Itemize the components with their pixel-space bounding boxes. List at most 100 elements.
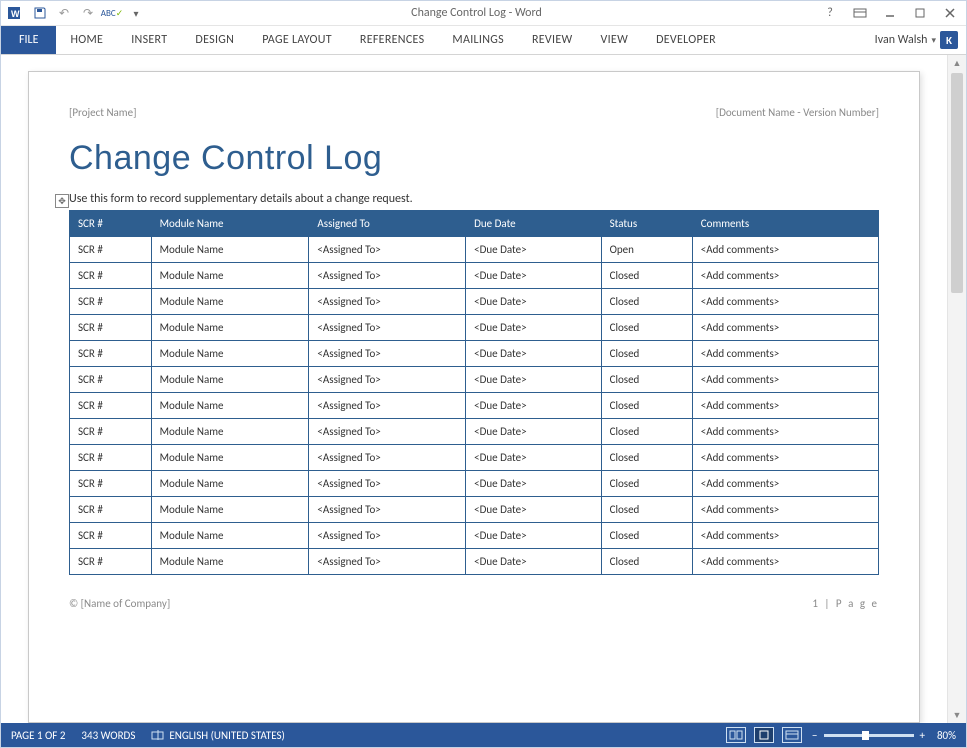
cell-comments[interactable]: <Add comments> [692, 471, 878, 497]
cell-due[interactable]: <Due Date> [466, 445, 601, 471]
table-row[interactable]: SCR #Module Name<Assigned To><Due Date>C… [70, 549, 879, 575]
zoom-slider-thumb[interactable] [862, 731, 869, 740]
cell-scr[interactable]: SCR # [70, 419, 152, 445]
read-mode-icon[interactable] [726, 727, 746, 743]
zoom-in-icon[interactable]: + [920, 729, 925, 742]
cell-comments[interactable]: <Add comments> [692, 367, 878, 393]
scroll-up-icon[interactable]: ▲ [948, 55, 966, 71]
cell-comments[interactable]: <Add comments> [692, 315, 878, 341]
cell-scr[interactable]: SCR # [70, 341, 152, 367]
cell-status[interactable]: Closed [601, 549, 692, 575]
cell-assigned[interactable]: <Assigned To> [309, 237, 466, 263]
account-area[interactable]: Ivan Walsh ▾ K [875, 26, 966, 54]
table-row[interactable]: SCR #Module Name<Assigned To><Due Date>C… [70, 341, 879, 367]
cell-assigned[interactable]: <Assigned To> [309, 497, 466, 523]
cell-status[interactable]: Closed [601, 315, 692, 341]
cell-comments[interactable]: <Add comments> [692, 341, 878, 367]
cell-due[interactable]: <Due Date> [466, 471, 601, 497]
table-row[interactable]: SCR #Module Name<Assigned To><Due Date>C… [70, 445, 879, 471]
cell-comments[interactable]: <Add comments> [692, 497, 878, 523]
cell-scr[interactable]: SCR # [70, 523, 152, 549]
cell-status[interactable]: Closed [601, 341, 692, 367]
cell-module[interactable]: Module Name [151, 497, 309, 523]
spellcheck-icon[interactable]: ABC✓ [103, 4, 121, 22]
cell-assigned[interactable]: <Assigned To> [309, 289, 466, 315]
cell-scr[interactable]: SCR # [70, 367, 152, 393]
tab-review[interactable]: REVIEW [518, 26, 587, 54]
cell-due[interactable]: <Due Date> [466, 315, 601, 341]
cell-comments[interactable]: <Add comments> [692, 549, 878, 575]
zoom-level[interactable]: 80% [937, 729, 956, 742]
change-log-table[interactable]: SCR #Module NameAssigned ToDue DateStatu… [69, 210, 879, 575]
cell-status[interactable]: Closed [601, 393, 692, 419]
document-page[interactable]: [Project Name] [Document Name - Version … [28, 71, 920, 723]
scroll-down-icon[interactable]: ▼ [948, 707, 966, 723]
cell-module[interactable]: Module Name [151, 315, 309, 341]
redo-icon[interactable]: ↷ [79, 4, 97, 22]
cell-due[interactable]: <Due Date> [466, 393, 601, 419]
cell-status[interactable]: Closed [601, 445, 692, 471]
cell-scr[interactable]: SCR # [70, 445, 152, 471]
cell-scr[interactable]: SCR # [70, 497, 152, 523]
table-row[interactable]: SCR #Module Name<Assigned To><Due Date>C… [70, 393, 879, 419]
zoom-slider[interactable] [824, 734, 914, 737]
cell-assigned[interactable]: <Assigned To> [309, 523, 466, 549]
tab-design[interactable]: DESIGN [181, 26, 248, 54]
cell-status[interactable]: Closed [601, 497, 692, 523]
table-row[interactable]: SCR #Module Name<Assigned To><Due Date>C… [70, 315, 879, 341]
cell-scr[interactable]: SCR # [70, 289, 152, 315]
cell-scr[interactable]: SCR # [70, 263, 152, 289]
minimize-icon[interactable] [880, 4, 900, 22]
cell-module[interactable]: Module Name [151, 289, 309, 315]
cell-module[interactable]: Module Name [151, 393, 309, 419]
table-move-handle-icon[interactable]: ✥ [55, 194, 69, 208]
cell-scr[interactable]: SCR # [70, 549, 152, 575]
cell-due[interactable]: <Due Date> [466, 289, 601, 315]
table-row[interactable]: SCR #Module Name<Assigned To><Due Date>O… [70, 237, 879, 263]
cell-comments[interactable]: <Add comments> [692, 523, 878, 549]
tab-mailings[interactable]: MAILINGS [438, 26, 518, 54]
table-row[interactable]: SCR #Module Name<Assigned To><Due Date>C… [70, 367, 879, 393]
cell-due[interactable]: <Due Date> [466, 263, 601, 289]
cell-assigned[interactable]: <Assigned To> [309, 549, 466, 575]
tab-view[interactable]: VIEW [586, 26, 642, 54]
table-row[interactable]: SCR #Module Name<Assigned To><Due Date>C… [70, 263, 879, 289]
table-row[interactable]: SCR #Module Name<Assigned To><Due Date>C… [70, 289, 879, 315]
cell-due[interactable]: <Due Date> [466, 341, 601, 367]
cell-comments[interactable]: <Add comments> [692, 393, 878, 419]
ribbon-display-icon[interactable] [850, 4, 870, 22]
status-wordcount[interactable]: 343 WORDS [81, 729, 135, 742]
cell-status[interactable]: Closed [601, 419, 692, 445]
cell-module[interactable]: Module Name [151, 471, 309, 497]
cell-due[interactable]: <Due Date> [466, 367, 601, 393]
print-layout-icon[interactable] [754, 727, 774, 743]
maximize-icon[interactable] [910, 4, 930, 22]
cell-due[interactable]: <Due Date> [466, 549, 601, 575]
cell-comments[interactable]: <Add comments> [692, 419, 878, 445]
save-icon[interactable] [31, 4, 49, 22]
cell-module[interactable]: Module Name [151, 237, 309, 263]
cell-scr[interactable]: SCR # [70, 315, 152, 341]
cell-comments[interactable]: <Add comments> [692, 263, 878, 289]
cell-status[interactable]: Closed [601, 367, 692, 393]
cell-status[interactable]: Closed [601, 471, 692, 497]
cell-module[interactable]: Module Name [151, 549, 309, 575]
cell-module[interactable]: Module Name [151, 263, 309, 289]
table-row[interactable]: SCR #Module Name<Assigned To><Due Date>C… [70, 419, 879, 445]
status-page[interactable]: PAGE 1 OF 2 [11, 729, 65, 742]
cell-status[interactable]: Closed [601, 289, 692, 315]
document-viewport[interactable]: [Project Name] [Document Name - Version … [1, 55, 947, 723]
cell-assigned[interactable]: <Assigned To> [309, 471, 466, 497]
cell-due[interactable]: <Due Date> [466, 523, 601, 549]
table-row[interactable]: SCR #Module Name<Assigned To><Due Date>C… [70, 523, 879, 549]
cell-scr[interactable]: SCR # [70, 393, 152, 419]
status-language[interactable]: ENGLISH (UNITED STATES) [151, 729, 284, 742]
cell-status[interactable]: Open [601, 237, 692, 263]
close-icon[interactable] [940, 4, 960, 22]
help-icon[interactable]: ? [820, 4, 840, 22]
tab-developer[interactable]: DEVELOPER [642, 26, 730, 54]
cell-assigned[interactable]: <Assigned To> [309, 367, 466, 393]
cell-assigned[interactable]: <Assigned To> [309, 263, 466, 289]
table-row[interactable]: SCR #Module Name<Assigned To><Due Date>C… [70, 497, 879, 523]
tab-file[interactable]: FILE [1, 26, 56, 54]
